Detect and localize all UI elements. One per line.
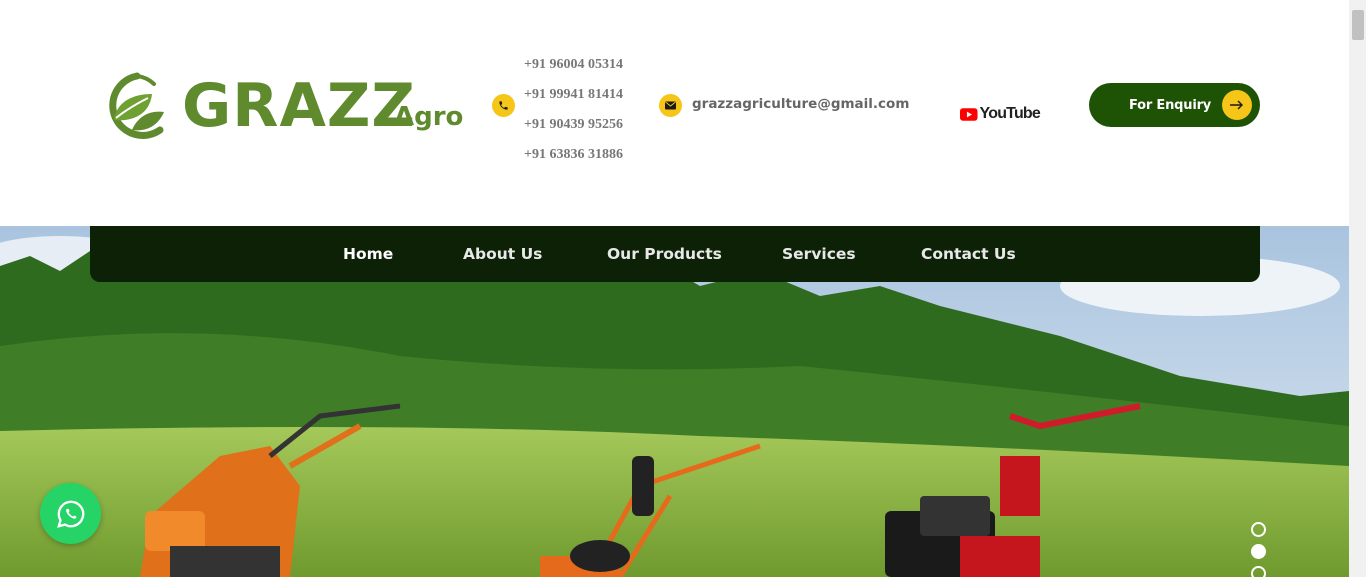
logo-brand-text: GRAZZ [182,71,416,141]
nav-our-products[interactable]: Our Products [607,226,722,282]
phone-number-3[interactable]: +91 90439 95256 [524,110,623,140]
enquiry-label: For Enquiry [1129,97,1212,113]
youtube-play-icon [960,107,978,121]
scrollbar-thumb[interactable] [1352,10,1364,40]
nav-contact-us[interactable]: Contact Us [921,226,1016,282]
slider-dot-2[interactable] [1251,544,1266,559]
nav-about-us[interactable]: About Us [463,226,542,282]
slider-dot-3[interactable] [1251,566,1266,577]
mail-icon [659,94,682,117]
whatsapp-icon [56,500,84,528]
phone-icon [492,94,515,117]
page-scrollbar[interactable] [1349,0,1366,577]
email-link[interactable]: grazzagriculture@gmail.com [692,96,909,112]
enquiry-button[interactable]: For Enquiry [1089,83,1260,127]
site-logo[interactable]: GRAZZ Agro [92,70,472,142]
youtube-link[interactable]: YouTube [960,96,1041,132]
arrow-right-icon [1222,90,1252,120]
phone-number-4[interactable]: +91 63836 31886 [524,140,623,170]
main-navigation: Home About Us Our Products Services Cont… [90,226,1260,282]
leaf-icon [109,72,164,139]
phone-number-1[interactable]: +91 96004 05314 [524,50,623,80]
phone-number-2[interactable]: +91 99941 81414 [524,80,623,110]
nav-services[interactable]: Services [782,226,856,282]
phone-list: +91 96004 05314 +91 99941 81414 +91 9043… [524,50,623,170]
whatsapp-button[interactable] [40,483,101,544]
nav-home[interactable]: Home [343,226,393,282]
youtube-label: YouTube [979,105,1041,122]
slider-dot-1[interactable] [1251,522,1266,537]
logo-sub-text: Agro [394,102,464,132]
